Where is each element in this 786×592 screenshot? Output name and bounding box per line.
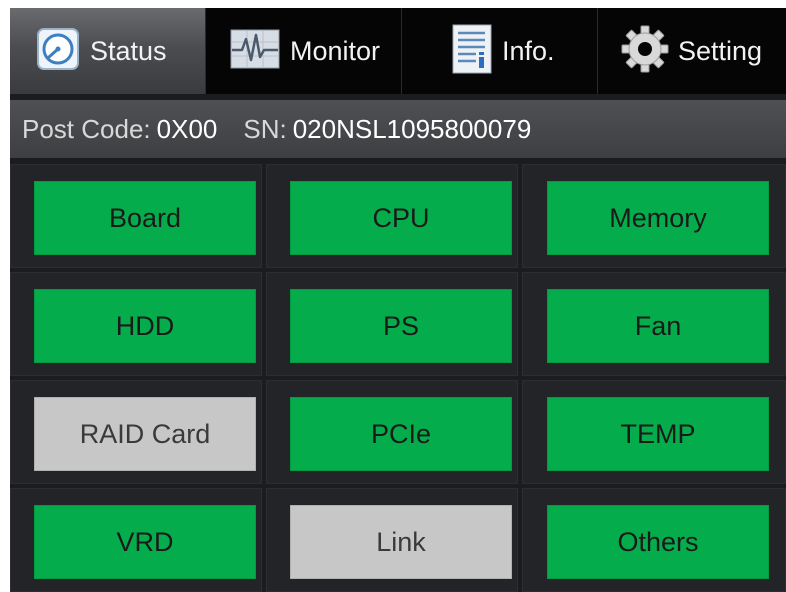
tab-monitor[interactable]: Monitor xyxy=(206,8,402,94)
system-info-bar: Post Code: 0X00 SN: 020NSL1095800079 xyxy=(10,100,786,158)
tab-label: Monitor xyxy=(290,35,381,66)
document-info-icon xyxy=(452,24,492,79)
grid-cell: Others xyxy=(522,488,786,592)
post-code: Post Code: 0X00 xyxy=(22,114,217,145)
hdd-status-button[interactable]: HDD xyxy=(34,289,256,363)
post-code-label: Post Code: xyxy=(22,113,151,144)
tab-status[interactable]: Status xyxy=(10,8,206,94)
board-status-button[interactable]: Board xyxy=(34,181,256,255)
tab-setting[interactable]: Setting xyxy=(598,8,786,94)
cpu-status-button[interactable]: CPU xyxy=(290,181,512,255)
others-status-button[interactable]: Others xyxy=(547,505,769,579)
grid-cell: RAID Card xyxy=(10,380,262,484)
grid-cell: CPU xyxy=(266,164,518,268)
grid-cell: Memory xyxy=(522,164,786,268)
fan-status-button[interactable]: Fan xyxy=(547,289,769,363)
memory-status-button[interactable]: Memory xyxy=(547,181,769,255)
temp-status-button[interactable]: TEMP xyxy=(547,397,769,471)
ps-status-button[interactable]: PS xyxy=(290,289,512,363)
grid-cell: VRD xyxy=(10,488,262,592)
post-code-value: 0X00 xyxy=(156,113,218,144)
gear-icon xyxy=(620,24,670,79)
pcie-status-button[interactable]: PCIe xyxy=(290,397,512,471)
serial-number-value: 020NSL1095800079 xyxy=(292,113,532,144)
tab-label: Setting xyxy=(678,35,763,66)
grid-cell: Fan xyxy=(522,272,786,376)
tab-label: Status xyxy=(90,35,167,66)
serial-number-label: SN: xyxy=(243,113,287,144)
grid-cell: PS xyxy=(266,272,518,376)
tab-info[interactable]: Info. xyxy=(402,8,598,94)
tab-label: Info. xyxy=(502,35,555,66)
vrd-status-button[interactable]: VRD xyxy=(34,505,256,579)
grid-cell: Board xyxy=(10,164,262,268)
raid-card-status-button[interactable]: RAID Card xyxy=(34,397,256,471)
tab-bar: Status Monitor Info. Setting xyxy=(10,8,786,94)
serial-number: SN: 020NSL1095800079 xyxy=(243,114,531,145)
grid-cell: PCIe xyxy=(266,380,518,484)
waveform-icon xyxy=(230,29,280,74)
gauge-icon xyxy=(36,27,80,76)
bmc-lcd-screen: Status Monitor Info. Setting Post Code: … xyxy=(10,8,786,592)
link-status-button[interactable]: Link xyxy=(290,505,512,579)
component-status-grid: Board CPU Memory HDD PS Fan RAID Card PC… xyxy=(10,164,786,592)
grid-cell: TEMP xyxy=(522,380,786,484)
grid-cell: HDD xyxy=(10,272,262,376)
grid-cell: Link xyxy=(266,488,518,592)
